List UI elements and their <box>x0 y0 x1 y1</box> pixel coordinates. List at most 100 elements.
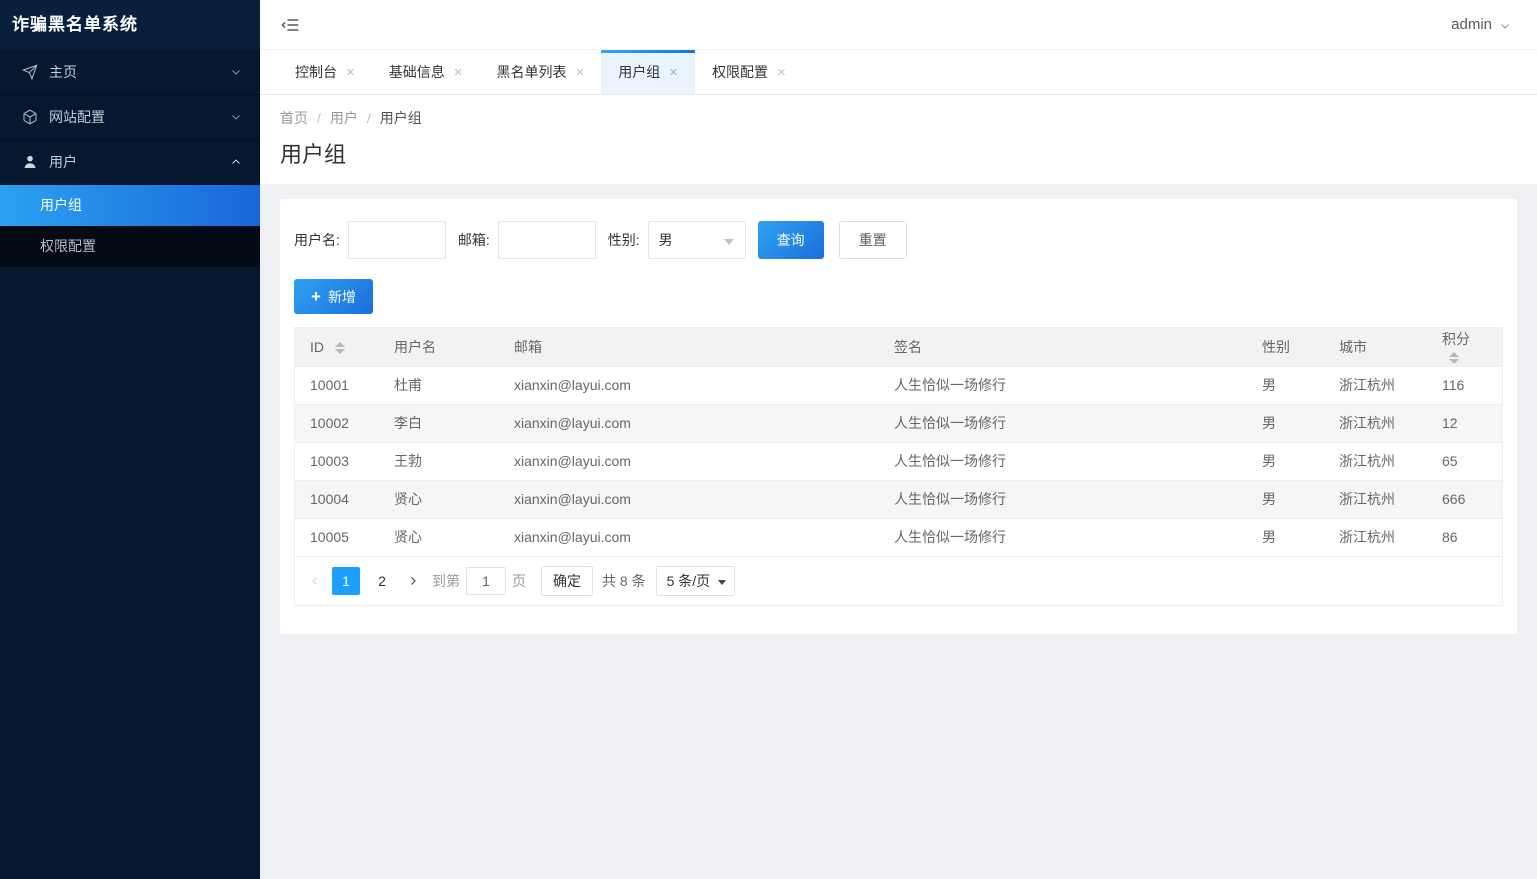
chevron-down-icon <box>230 66 242 78</box>
chevron-up-icon <box>230 156 242 168</box>
prev-page-icon[interactable] <box>302 567 328 595</box>
tab-basic-info[interactable]: 基础信息 × <box>372 50 480 94</box>
cell-sign: 人生恰似一场修行 <box>879 441 1247 480</box>
gender-select[interactable]: 男 <box>647 221 746 259</box>
sidebar-item-user-group[interactable]: 用户组 <box>0 185 260 226</box>
tab-label: 控制台 <box>295 64 337 80</box>
cell-sign: 人生恰似一场修行 <box>879 365 1247 404</box>
username-label: 用户名: <box>294 232 340 248</box>
tab-user-group[interactable]: 用户组 × <box>601 50 696 94</box>
cell-sign: 人生恰似一场修行 <box>879 479 1247 518</box>
next-page-icon[interactable] <box>400 567 426 595</box>
cell-email: xianxin@layui.com <box>499 365 879 404</box>
sidebar-background <box>0 267 260 879</box>
cell-sex: 男 <box>1247 365 1324 404</box>
sidebar-item-label: 用户 <box>49 154 77 170</box>
page-unit-label: 页 <box>512 573 526 589</box>
reset-button[interactable]: 重置 <box>838 221 907 259</box>
gender-label: 性别: <box>607 232 640 248</box>
search-button[interactable]: 查询 <box>757 221 824 259</box>
column-header-id[interactable]: ID <box>295 328 379 366</box>
search-form: 用户名: 邮箱: 性别: 男 查询 重置 <box>294 221 1503 259</box>
cell-id: 10001 <box>295 365 379 404</box>
confirm-button[interactable]: 确定 <box>541 566 593 596</box>
email-label: 邮箱: <box>457 232 490 248</box>
cell-sex: 男 <box>1247 479 1324 518</box>
page-number-1[interactable]: 1 <box>332 567 360 595</box>
add-button[interactable]: + 新增 <box>294 279 373 314</box>
page-title: 用户组 <box>280 142 347 167</box>
sort-icon[interactable] <box>334 342 345 355</box>
close-icon[interactable]: × <box>669 65 678 80</box>
email-input[interactable] <box>497 221 596 259</box>
close-icon[interactable]: × <box>576 65 585 80</box>
cell-email: xianxin@layui.com <box>499 517 879 556</box>
cell-city: 浙江杭州 <box>1324 479 1427 518</box>
page-number-2[interactable]: 2 <box>368 567 396 595</box>
breadcrumb-home[interactable]: 首页 <box>280 108 308 128</box>
user-table: ID 用户名 邮箱 签名 性别 城市 积分 10001 杜甫 xianxin@l… <box>294 327 1503 606</box>
gender-selected-value: 男 <box>658 232 673 248</box>
cell-city: 浙江杭州 <box>1324 403 1427 442</box>
content-card: 用户名: 邮箱: 性别: 男 查询 重置 + 新增 ID 用户名 邮箱 签名 性… <box>280 199 1517 634</box>
page-header: 首页 / 用户 / 用户组 用户组 <box>260 95 1537 184</box>
column-header-score[interactable]: 积分 <box>1427 328 1502 366</box>
pagination-bar: 1 2 到第 页 确定 共 8 条 5 条/页 <box>295 556 1502 605</box>
add-button-label: 新增 <box>327 288 356 305</box>
submenu-item-label: 权限配置 <box>40 238 96 254</box>
tab-blacklist[interactable]: 黑名单列表 × <box>480 50 602 94</box>
sidebar: 诈骗黑名单系统 主页 网站配置 用户 用户组 权限配置 <box>0 0 260 879</box>
cell-email: xianxin@layui.com <box>499 441 879 480</box>
cell-city: 浙江杭州 <box>1324 365 1427 404</box>
breadcrumb: 首页 / 用户 / 用户组 <box>280 108 1537 128</box>
breadcrumb-separator: / <box>366 110 371 126</box>
breadcrumb-current: 用户组 <box>379 110 422 126</box>
cell-sex: 男 <box>1247 403 1324 442</box>
username-label: admin <box>1451 16 1492 33</box>
goto-page-input[interactable] <box>466 567 506 595</box>
cell-score: 116 <box>1427 365 1502 404</box>
sidebar-item-permission-config[interactable]: 权限配置 <box>0 226 260 267</box>
sidebar-item-home[interactable]: 主页 <box>0 50 260 95</box>
cell-sign: 人生恰似一场修行 <box>879 403 1247 442</box>
cell-sex: 男 <box>1247 517 1324 556</box>
goto-label: 到第 <box>432 573 460 589</box>
username-input[interactable] <box>347 221 446 259</box>
select-arrow-icon <box>723 239 734 245</box>
collapse-sidebar-icon[interactable] <box>280 15 300 35</box>
sidebar-submenu-user: 用户组 权限配置 <box>0 185 260 267</box>
tab-label: 用户组 <box>618 64 661 80</box>
column-header-city: 城市 <box>1324 328 1427 366</box>
cell-username: 杜甫 <box>379 365 499 404</box>
breadcrumb-separator: / <box>317 110 321 126</box>
table-row: 10003 王勃 xianxin@layui.com 人生恰似一场修行 男 浙江… <box>295 441 1502 480</box>
tab-label: 黑名单列表 <box>496 64 567 80</box>
cell-username: 贤心 <box>379 517 499 556</box>
cell-id: 10004 <box>295 479 379 518</box>
tab-permission-config[interactable]: 权限配置 × <box>695 50 803 94</box>
sidebar-item-label: 主页 <box>49 64 77 80</box>
sort-icon[interactable] <box>1449 352 1459 365</box>
select-arrow-icon <box>718 580 727 585</box>
app-root: 诈骗黑名单系统 主页 网站配置 用户 用户组 权限配置 admin 控制台 × … <box>0 0 1537 879</box>
sidebar-item-site-config[interactable]: 网站配置 <box>0 95 260 140</box>
user-dropdown[interactable]: admin <box>1451 16 1511 33</box>
per-page-select[interactable]: 5 条/页 <box>655 566 736 596</box>
content-area: 用户名: 邮箱: 性别: 男 查询 重置 + 新增 ID 用户名 邮箱 签名 性… <box>260 184 1537 879</box>
close-icon[interactable]: × <box>454 65 463 80</box>
close-icon[interactable]: × <box>346 65 355 80</box>
cell-id: 10002 <box>295 403 379 442</box>
cell-id: 10003 <box>295 441 379 480</box>
cell-city: 浙江杭州 <box>1324 517 1427 556</box>
table-header-row: ID 用户名 邮箱 签名 性别 城市 积分 <box>295 328 1502 366</box>
cell-id: 10005 <box>295 517 379 556</box>
cell-username: 贤心 <box>379 479 499 518</box>
user-icon <box>22 154 38 170</box>
sidebar-item-user[interactable]: 用户 <box>0 140 260 185</box>
cell-sex: 男 <box>1247 441 1324 480</box>
total-count-label: 共 8 条 <box>602 573 646 589</box>
column-header-email: 邮箱 <box>499 328 879 366</box>
tab-console[interactable]: 控制台 × <box>278 50 372 94</box>
close-icon[interactable]: × <box>777 65 786 80</box>
breadcrumb-user[interactable]: 用户 <box>330 108 358 128</box>
